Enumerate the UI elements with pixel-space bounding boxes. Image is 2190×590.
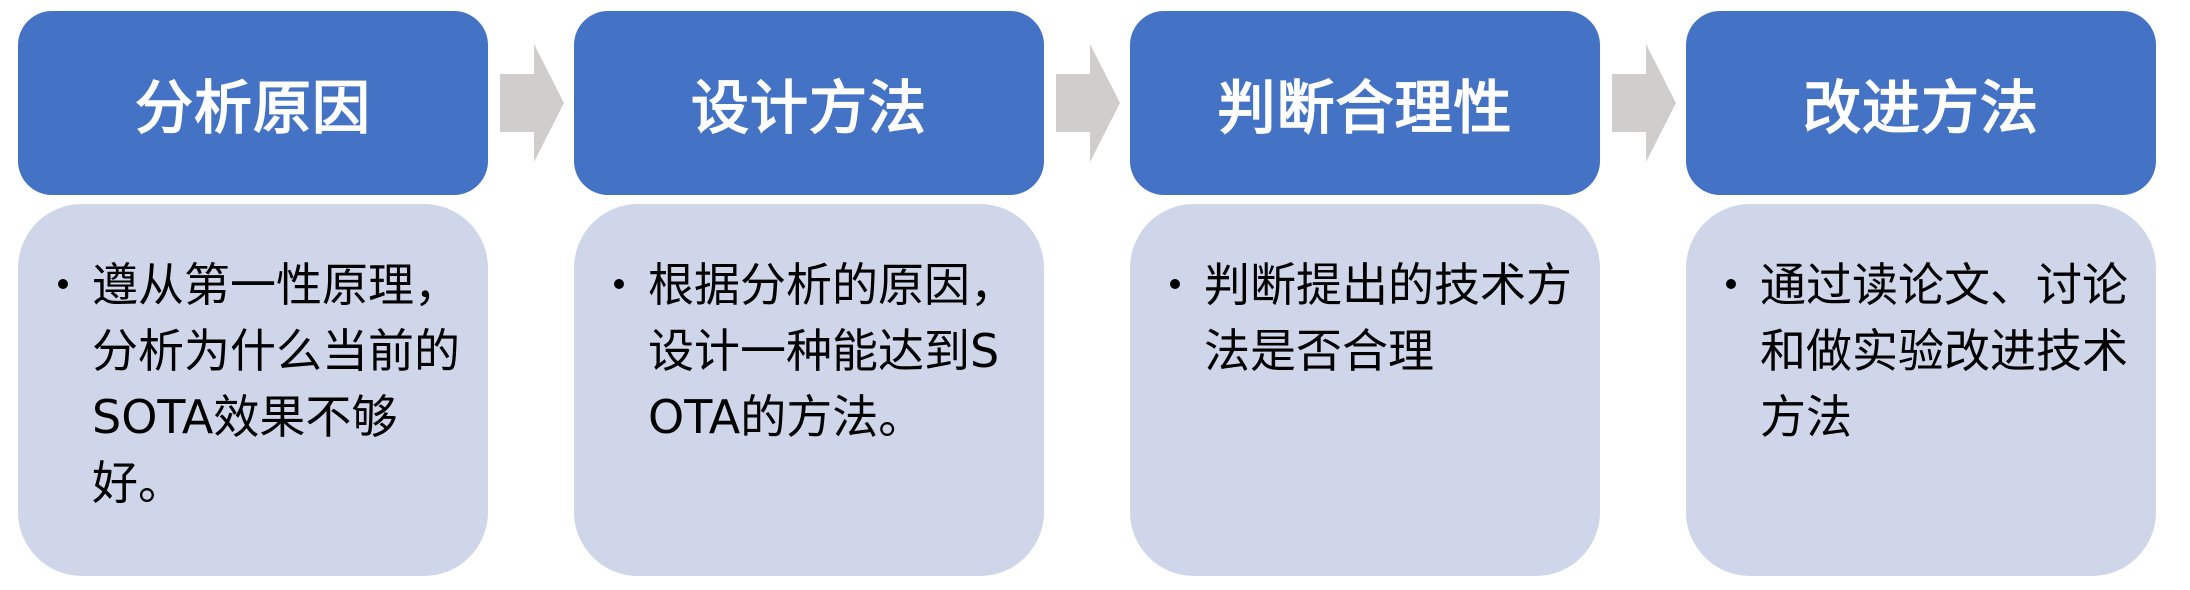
step-1-text: 遵从第一性原理，分析为什么当前的SOTA效果不够好。 [92, 258, 460, 510]
bullet-dot-icon [1170, 279, 1180, 289]
arrow-right-icon [1612, 44, 1676, 162]
step-2-header: 设计方法 [574, 11, 1044, 195]
step-1-title: 分析原因 [134, 74, 371, 142]
step-1-bullet: 遵从第一性原理，分析为什么当前的SOTA效果不够好。 [58, 252, 470, 516]
arrow-right-icon [1056, 44, 1120, 162]
step-3-header: 判断合理性 [1130, 11, 1600, 195]
step-2-text: 根据分析的原因，设计一种能达到SOTA的方法。 [648, 258, 1016, 444]
step-3-text: 判断提出的技术方法是否合理 [1204, 258, 1572, 378]
step-4-header: 改进方法 [1686, 11, 2156, 195]
bullet-dot-icon [58, 279, 68, 289]
step-2-title: 设计方法 [690, 74, 927, 142]
step-3-body: 判断提出的技术方法是否合理 [1130, 204, 1600, 576]
step-1-body: 遵从第一性原理，分析为什么当前的SOTA效果不够好。 [18, 204, 488, 576]
bullet-dot-icon [614, 279, 624, 289]
bullet-dot-icon [1726, 279, 1736, 289]
step-4-text: 通过读论文、讨论和做实验改进技术方法 [1760, 258, 2128, 444]
step-3-title: 判断合理性 [1217, 74, 1513, 142]
step-4-title: 改进方法 [1802, 74, 2039, 142]
step-1-header: 分析原因 [18, 11, 488, 195]
step-4-body: 通过读论文、讨论和做实验改进技术方法 [1686, 204, 2156, 576]
step-2-bullet: 根据分析的原因，设计一种能达到SOTA的方法。 [614, 252, 1026, 450]
step-4-bullet: 通过读论文、讨论和做实验改进技术方法 [1726, 252, 2138, 450]
step-3-bullet: 判断提出的技术方法是否合理 [1170, 252, 1582, 384]
step-2-body: 根据分析的原因，设计一种能达到SOTA的方法。 [574, 204, 1044, 576]
arrow-right-icon [500, 44, 564, 162]
